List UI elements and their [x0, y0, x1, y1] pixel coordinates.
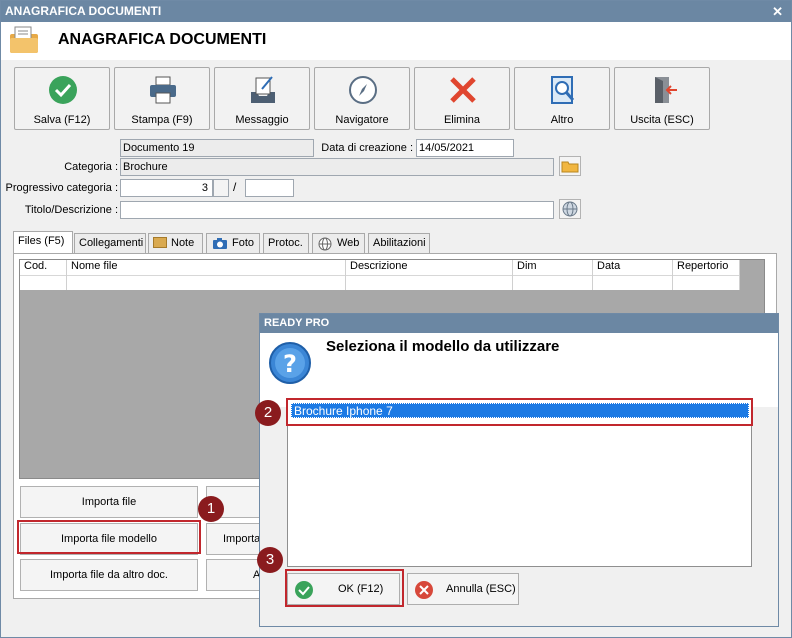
navigator-label: Navigatore	[335, 114, 389, 126]
callout-box	[286, 398, 753, 426]
open-folder-button[interactable]	[559, 156, 581, 176]
compass-icon	[349, 76, 377, 104]
notes-icon	[153, 237, 167, 248]
folder-document-icon	[10, 26, 38, 53]
tab-web-label: Web	[337, 237, 360, 249]
progressive-field[interactable]: 3	[120, 179, 213, 197]
import-model-other-button[interactable]: Importa	[206, 523, 266, 555]
dialog-header: ? Seleziona il modello da utilizzare	[260, 333, 778, 407]
globe-icon	[318, 237, 332, 251]
import-other-doc-button[interactable]: Importa file da altro doc.	[20, 559, 198, 591]
message-label: Messaggio	[235, 114, 289, 126]
tab-protocol[interactable]: Protoc.	[263, 233, 309, 253]
tab-notes-label: Note	[171, 237, 195, 249]
print-label: Stampa (F9)	[131, 114, 193, 126]
tab-web[interactable]: Web	[312, 233, 365, 253]
cancel-label: Annulla (ESC)	[446, 583, 516, 595]
column-header[interactable]: Dim	[513, 260, 593, 290]
date-label: Data di creazione :	[321, 142, 413, 154]
callout-box	[17, 520, 201, 554]
delete-button[interactable]: Elimina	[414, 67, 510, 130]
more-button[interactable]: Altro	[514, 67, 610, 130]
camera-icon	[213, 238, 227, 249]
tab-files[interactable]: Files (F5)	[13, 231, 73, 254]
print-button[interactable]: Stampa (F9)	[114, 67, 210, 130]
dialog-message: Seleziona il modello da utilizzare	[326, 338, 560, 355]
cancel-button[interactable]: Annulla (ESC)	[407, 573, 519, 605]
title-field[interactable]	[120, 201, 554, 219]
progressive-spin[interactable]	[213, 179, 229, 197]
check-icon	[49, 76, 77, 104]
delete-label: Elimina	[443, 114, 481, 126]
exit-button[interactable]: Uscita (ESC)	[614, 67, 710, 130]
tab-permissions[interactable]: Abilitazioni	[368, 233, 430, 253]
tab-notes[interactable]: Note	[148, 233, 203, 253]
globe-icon	[562, 201, 578, 217]
category-field[interactable]: Brochure	[120, 158, 554, 176]
save-label: Salva (F12)	[33, 114, 91, 126]
delete-icon	[450, 77, 476, 103]
column-header[interactable]: Nome file	[67, 260, 346, 290]
progressive-label: Progressivo categoria :	[5, 182, 119, 194]
progressive-separator: /	[233, 180, 237, 194]
grid-header: Cod. Nome file Descrizione Dim Data Repe…	[20, 260, 740, 290]
category-label: Categoria :	[64, 161, 118, 173]
svg-text:?: ?	[283, 350, 297, 378]
close-icon[interactable]: ✕	[772, 1, 783, 22]
progressive-suffix-field[interactable]	[245, 179, 294, 197]
cancel-icon	[415, 581, 433, 599]
search-doc-icon	[551, 76, 575, 104]
dialog-titlebar: READY PRO	[260, 314, 778, 333]
page-title: ANAGRAFICA DOCUMENTI	[58, 31, 267, 48]
window-header: ANAGRAFICA DOCUMENTI	[1, 22, 791, 60]
save-button[interactable]: Salva (F12)	[14, 67, 110, 130]
column-header[interactable]: Data	[593, 260, 673, 290]
message-button[interactable]: Messaggio	[214, 67, 310, 130]
folder-icon	[561, 161, 579, 173]
callout-box	[285, 569, 404, 607]
title-label: Titolo/Descrizione :	[24, 204, 118, 216]
navigator-button[interactable]: Navigatore	[314, 67, 410, 130]
message-icon	[251, 76, 275, 103]
window-titlebar: ANAGRAFICA DOCUMENTI	[1, 1, 791, 22]
column-header[interactable]: Cod.	[20, 260, 67, 290]
date-field[interactable]: 14/05/2021	[416, 139, 514, 157]
column-header[interactable]: Repertorio	[673, 260, 740, 290]
import-file-button[interactable]: Importa file	[20, 486, 198, 518]
document-field: Documento 19	[120, 139, 314, 157]
question-icon: ?	[269, 342, 311, 384]
exit-label: Uscita (ESC)	[630, 114, 694, 126]
callout-badge-2: 2	[255, 400, 281, 426]
printer-icon	[150, 76, 176, 104]
globe-button[interactable]	[559, 199, 581, 219]
tab-photos[interactable]: Foto	[206, 233, 260, 253]
callout-badge-1: 1	[198, 496, 224, 522]
tab-photos-label: Foto	[232, 237, 255, 249]
main-window: ANAGRAFICA DOCUMENTI ✕ ANAGRAFICA DOCUME…	[0, 0, 792, 638]
column-header[interactable]: Descrizione	[346, 260, 513, 290]
more-label: Altro	[550, 114, 574, 126]
callout-badge-3: 3	[257, 547, 283, 573]
exit-icon	[655, 77, 677, 103]
tab-links[interactable]: Collegamenti	[74, 233, 146, 253]
